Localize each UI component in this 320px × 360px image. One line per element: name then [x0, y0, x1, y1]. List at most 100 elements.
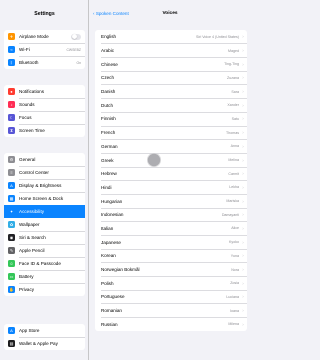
sidebar-item-notifications[interactable]: ● Notifications: [4, 85, 85, 98]
voice-language: Dutch: [101, 102, 114, 108]
airplane-mode-toggle[interactable]: [71, 33, 81, 40]
voice-row-polish[interactable]: Polish Zosia ›: [95, 276, 247, 291]
sidebar-item-app-store[interactable]: A App Store: [4, 324, 85, 337]
sidebar-item-accessibility[interactable]: ✦ Accessibility: [4, 205, 85, 218]
voice-language: Chinese: [101, 61, 118, 67]
sidebar-item-general[interactable]: ⚙ General: [4, 153, 85, 166]
sidebar-item-battery[interactable]: ▭ Battery: [4, 270, 85, 283]
back-button[interactable]: ‹ Spoken Content: [93, 11, 129, 16]
voice-row-portuguese[interactable]: Portuguese Luciana ›: [95, 290, 247, 304]
chevron-right-icon: ›: [242, 34, 244, 40]
touch-indicator: [147, 153, 161, 167]
sidebar-item-sounds[interactable]: ♪ Sounds: [4, 98, 85, 111]
chevron-right-icon: ›: [242, 89, 244, 95]
voice-name: Yuna: [230, 253, 239, 258]
wallet-icon: ▤: [8, 340, 15, 347]
sidebar-item-value: CWSEBZ: [66, 47, 81, 52]
voice-name: Mariska: [226, 199, 239, 204]
voice-row-french[interactable]: French Thomas ›: [95, 126, 247, 140]
voice-row-norwegian-bokm-l[interactable]: Norwegian Bokmål Nora ›: [95, 263, 247, 277]
voice-row-hungarian[interactable]: Hungarian Mariska ›: [95, 194, 247, 208]
accessibility-icon: ✦: [8, 208, 15, 215]
settings-title: Settings: [34, 11, 55, 17]
voices-list: English Siri Voice 4 (United States) › Arab…: [95, 30, 247, 332]
voice-language: Czech: [101, 75, 115, 81]
voice-row-indonesian[interactable]: Indonesian Damayanti ›: [95, 208, 247, 222]
chevron-right-icon: ›: [242, 267, 244, 273]
sidebar-item-siri-search[interactable]: ◉ Siri & Search: [4, 231, 85, 244]
voice-row-dutch[interactable]: Dutch Xander ›: [95, 98, 247, 113]
voice-row-german[interactable]: German Anna ›: [95, 140, 247, 154]
voice-language: Indonesian: [101, 212, 124, 218]
voice-row-english[interactable]: English Siri Voice 4 (United States) ›: [95, 30, 247, 44]
wallpaper-icon: ✿: [8, 221, 15, 228]
voice-language: Arabic: [101, 48, 115, 54]
sidebar-item-airplane-mode[interactable]: ✈ Airplane Mode: [4, 30, 85, 43]
chevron-right-icon: ›: [242, 225, 244, 231]
voice-row-chinese[interactable]: Chinese Ting-Ting ›: [95, 57, 247, 72]
chevron-right-icon: ›: [242, 116, 244, 122]
chevron-right-icon: ›: [242, 198, 244, 204]
control-center-icon: ≡: [8, 169, 15, 176]
voice-language: German: [101, 143, 118, 149]
voice-row-japanese[interactable]: Japanese Kyoko ›: [95, 235, 247, 249]
sidebar-item-apple-pencil[interactable]: ✎ Apple Pencil: [4, 244, 85, 257]
voice-row-danish[interactable]: Danish Sara ›: [95, 85, 247, 99]
chevron-right-icon: ›: [242, 280, 244, 286]
sidebar-item-label: Control Center: [19, 170, 49, 175]
voice-language: Hebrew: [101, 171, 117, 177]
sidebar-item-privacy[interactable]: ✋ Privacy: [4, 283, 85, 296]
sidebar-item-face-id-passcode[interactable]: ☺ Face ID & Passcode: [4, 257, 85, 270]
sidebar-item-value: On: [76, 60, 81, 65]
sidebar-item-home-screen-dock[interactable]: ▦ Home Screen & Dock: [4, 192, 85, 205]
voice-row-greek[interactable]: Greek Melina ›: [95, 153, 247, 167]
sidebar-item-label: Privacy: [19, 287, 35, 292]
voice-name: Ioana: [230, 308, 239, 313]
sidebar-item-wi-fi[interactable]: ≈ Wi-Fi CWSEBZ: [4, 43, 85, 56]
sidebar-item-wallet-apple-pay[interactable]: ▤ Wallet & Apple Pay: [4, 337, 85, 350]
voice-row-arabic[interactable]: Arabic Maged ›: [95, 44, 247, 58]
voice-language: Portuguese: [101, 294, 125, 300]
sidebar-item-label: App Store: [19, 328, 40, 333]
voice-row-romanian[interactable]: Romanian Ioana ›: [95, 304, 247, 318]
sidebar-item-wallpaper[interactable]: ✿ Wallpaper: [4, 218, 85, 231]
voice-name: Thomas: [226, 130, 239, 135]
sidebar-item-focus[interactable]: ☾ Focus: [4, 111, 85, 124]
sidebar-item-label: Siri & Search: [19, 235, 46, 240]
chevron-right-icon: ›: [242, 184, 244, 190]
voice-row-czech[interactable]: Czech Zuzana ›: [95, 71, 247, 85]
sidebar-item-label: Wallpaper: [19, 222, 40, 227]
sidebar-item-control-center[interactable]: ≡ Control Center: [4, 166, 85, 179]
settings-group-store: A App Store ▤ Wallet & Apple Pay: [4, 324, 85, 350]
voice-language: Japanese: [101, 239, 121, 245]
sidebar-item-display-brightness[interactable]: A Display & Brightness: [4, 179, 85, 192]
voice-row-hindi[interactable]: Hindi Lekha ›: [95, 181, 247, 195]
voice-language: Hindi: [101, 184, 112, 190]
general-gear-icon: ⚙: [8, 156, 15, 163]
sidebar-item-label: Battery: [19, 274, 34, 279]
app-store-icon: A: [8, 327, 15, 334]
voice-row-italian[interactable]: Italian Alice ›: [95, 222, 247, 236]
screen-time-icon: ⧗: [8, 127, 15, 134]
chevron-right-icon: ›: [242, 61, 244, 67]
chevron-right-icon: ›: [242, 171, 244, 177]
face-id-icon: ☺: [8, 260, 15, 267]
sidebar-item-bluetooth[interactable]: ᛒ Bluetooth On: [4, 56, 85, 69]
voice-language: Hungarian: [101, 198, 123, 204]
voice-name: Sara: [231, 89, 239, 94]
voice-language: English: [101, 34, 117, 40]
sidebar-item-screen-time[interactable]: ⧗ Screen Time: [4, 124, 85, 137]
voice-name: Zuzana: [227, 75, 239, 80]
voice-row-korean[interactable]: Korean Yuna ›: [95, 249, 247, 263]
privacy-hand-icon: ✋: [8, 286, 15, 293]
sidebar-item-label: Home Screen & Dock: [19, 196, 64, 201]
voice-language: Polish: [101, 280, 114, 286]
voice-name: Kyoko: [229, 240, 239, 245]
chevron-right-icon: ›: [242, 143, 244, 149]
voice-row-finnish[interactable]: Finnish Satu ›: [95, 112, 247, 126]
voice-row-hebrew[interactable]: Hebrew Carmit ›: [95, 167, 247, 181]
voice-name: Nora: [231, 267, 239, 272]
sidebar-item-label: General: [19, 157, 36, 162]
voice-row-russian[interactable]: Russian Milena ›: [95, 317, 247, 331]
chevron-right-icon: ›: [242, 48, 244, 54]
